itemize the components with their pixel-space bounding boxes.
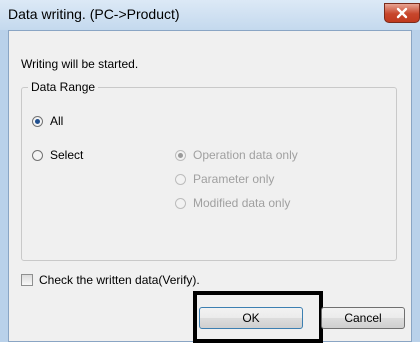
radio-modified-data-row: Modified data only [175,196,290,210]
window-title: Data writing. (PC->Product) [8,6,180,22]
status-message: Writing will be started. [21,57,139,71]
radio-all-row[interactable]: All [32,114,63,128]
verify-checkbox[interactable] [21,274,33,286]
radio-all-label: All [50,114,64,128]
radio-modified-data-label: Modified data only [193,196,291,210]
data-range-legend: Data Range [28,80,99,94]
radio-operation-data [175,149,186,161]
close-x-icon [396,7,408,19]
radio-select[interactable] [32,149,43,161]
title-bar[interactable]: Data writing. (PC->Product) [0,0,420,30]
radio-select-row[interactable]: Select [32,148,83,162]
ok-button[interactable]: OK [199,307,303,329]
radio-parameter-label: Parameter only [193,172,275,186]
radio-parameter [175,173,186,185]
radio-operation-data-row: Operation data only [175,148,298,162]
radio-select-label: Select [50,148,84,162]
dialog-window: Data writing. (PC->Product) Writing will… [0,0,420,343]
verify-label: Check the written data(Verify). [39,273,200,287]
radio-parameter-row: Parameter only [175,172,274,186]
radio-modified-data [175,197,186,209]
data-range-group: Data Range All Select Operation data onl… [21,80,397,261]
dialog-body: Writing will be started. Data Range All … [8,30,412,343]
radio-all[interactable] [32,115,43,127]
close-button[interactable] [384,3,420,23]
cancel-button[interactable]: Cancel [321,307,405,329]
radio-operation-data-label: Operation data only [193,148,298,162]
verify-row[interactable]: Check the written data(Verify). [21,273,200,287]
